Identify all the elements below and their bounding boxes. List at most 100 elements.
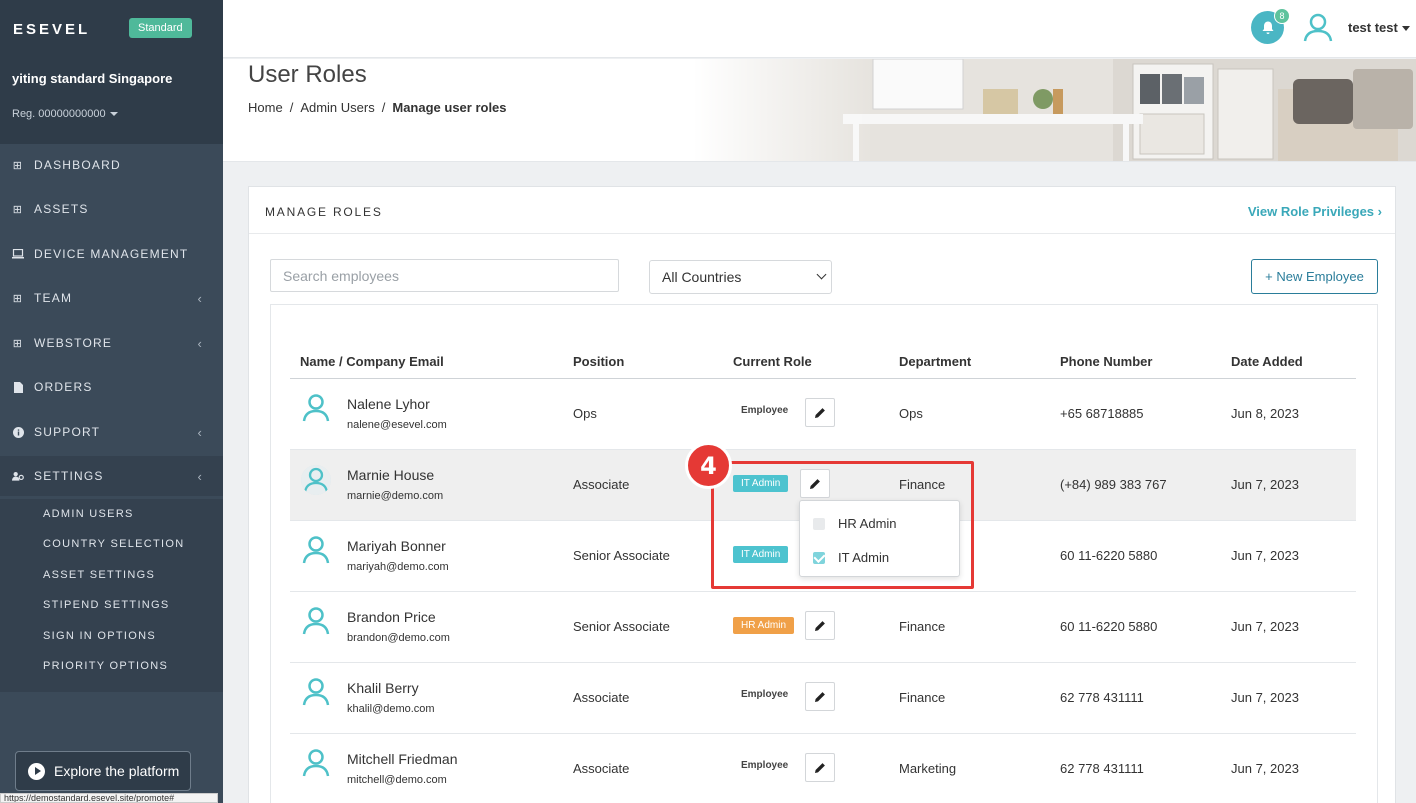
table-row[interactable]: Khalil Berry khalil@demo.com Associate E… [290, 663, 1356, 734]
employee-email: brandon@demo.com [347, 632, 450, 644]
nav-label: WEBSTORE [34, 336, 113, 350]
employee-phone: 62 778 431111 [1060, 690, 1144, 705]
employee-email: marnie@demo.com [347, 490, 444, 502]
user-photo-avatar [301, 465, 331, 495]
page-title: User Roles [248, 61, 367, 88]
topbar [223, 0, 1416, 58]
edit-role-button[interactable] [805, 682, 835, 711]
submenu-priority-options[interactable]: PRIORITY OPTIONS [43, 660, 168, 672]
plan-badge: Standard [129, 18, 192, 38]
play-icon [28, 762, 45, 780]
nav-orders[interactable]: ORDERS [0, 367, 223, 407]
user-menu[interactable]: test test [1348, 20, 1410, 35]
explore-platform-button[interactable]: Explore the platform [15, 751, 191, 791]
employee-email: mariyah@demo.com [347, 561, 449, 573]
username-label: test test [1348, 20, 1398, 35]
employee-date-added: Jun 7, 2023 [1231, 690, 1299, 705]
submenu-country-selection[interactable]: COUNTRY SELECTION [43, 538, 185, 550]
card-divider [249, 233, 1395, 234]
chevron-left-icon: ‹ [197, 290, 203, 306]
employee-name: Khalil Berry [347, 680, 419, 696]
employee-position: Senior Associate [573, 619, 670, 634]
employee-name: Brandon Price [347, 609, 436, 625]
employee-name: Nalene Lyhor [347, 396, 430, 412]
table-row[interactable]: Brandon Price brandon@demo.com Senior As… [290, 592, 1356, 663]
column-header-department: Department [899, 354, 972, 369]
nav-device-management[interactable]: DEVICE MANAGEMENT [0, 234, 223, 274]
search-employees-input[interactable] [270, 259, 619, 292]
org-reg-selector[interactable]: Reg. 00000000000 [12, 108, 118, 120]
employee-phone: 60 11-6220 5880 [1060, 548, 1158, 563]
org-reg: Reg. 00000000000 [12, 108, 106, 120]
nav-dashboard[interactable]: ⊞ DASHBOARD [0, 145, 223, 185]
submenu-admin-users[interactable]: ADMIN USERS [43, 508, 134, 520]
employee-date-added: Jun 7, 2023 [1231, 548, 1299, 563]
user-avatar-icon [302, 749, 330, 777]
breadcrumb-admin-users[interactable]: Admin Users [300, 100, 374, 115]
grid-icon: ⊞ [12, 337, 24, 350]
nav-label: SUPPORT [34, 425, 101, 439]
role-badge-hr-admin: HR Admin [733, 617, 795, 634]
employee-position: Associate [573, 477, 630, 492]
current-role: Employee [741, 689, 789, 700]
user-avatar-icon[interactable] [1303, 12, 1333, 42]
org-name[interactable]: yiting standard Singapore [12, 70, 192, 88]
country-filter-value: All Countries [662, 269, 742, 285]
caret-down-icon [109, 112, 118, 117]
nav-label: DEVICE MANAGEMENT [34, 247, 189, 261]
breadcrumb-current: Manage user roles [392, 100, 507, 115]
employee-position: Associate [573, 761, 630, 776]
table-row[interactable]: Nalene Lyhor nalene@esevel.com Ops Emplo… [290, 379, 1356, 450]
edit-role-button[interactable] [805, 611, 835, 640]
employee-department: Ops [899, 406, 923, 421]
info-icon [12, 426, 24, 438]
employee-date-added: Jun 7, 2023 [1231, 619, 1299, 634]
pencil-icon [815, 407, 825, 418]
nav-label: SETTINGS [34, 469, 104, 483]
employee-position: Senior Associate [573, 548, 670, 563]
employee-name: Mitchell Friedman [347, 751, 458, 767]
view-role-privileges-link[interactable]: View Role Privileges › [1248, 204, 1382, 219]
settings-submenu: ADMIN USERS COUNTRY SELECTION ASSET SETT… [0, 499, 223, 692]
submenu-sign-in-options[interactable]: SIGN IN OPTIONS [43, 630, 156, 642]
nav-team[interactable]: ⊞ TEAM ‹ [0, 278, 223, 318]
user-avatar-icon [302, 394, 330, 422]
tutorial-step-badge: 4 [685, 442, 732, 489]
notification-count-badge: 8 [1274, 8, 1290, 24]
employee-department: Finance [899, 690, 946, 705]
current-role: Employee [741, 405, 789, 416]
grid-icon: ⊞ [12, 159, 24, 172]
breadcrumb: Home / Admin Users / Manage user roles [248, 100, 507, 115]
user-avatar-icon [302, 536, 330, 564]
breadcrumb-home[interactable]: Home [248, 100, 283, 115]
employee-email: nalene@esevel.com [347, 419, 447, 431]
edit-role-button[interactable] [805, 753, 835, 782]
country-filter-select[interactable]: All Countries [649, 260, 832, 294]
sidebar: ESEVEL Standard yiting standard Singapor… [0, 0, 223, 803]
employee-email: khalil@demo.com [347, 703, 435, 715]
file-icon [12, 381, 24, 393]
nav-label: ORDERS [34, 380, 93, 394]
page-header: User Roles Home / Admin Users / Manage user … [223, 59, 1416, 162]
new-employee-button[interactable]: + New Employee [1251, 259, 1378, 294]
submenu-stipend-settings[interactable]: STIPEND SETTINGS [43, 599, 170, 611]
users-gear-icon [12, 470, 24, 482]
column-header-position: Position [573, 354, 625, 369]
nav-webstore[interactable]: ⊞ WEBSTORE ‹ [0, 323, 223, 363]
column-header-current-role: Current Role [733, 354, 812, 369]
submenu-asset-settings[interactable]: ASSET SETTINGS [43, 569, 155, 581]
edit-role-button[interactable] [805, 398, 835, 427]
nav-settings[interactable]: SETTINGS ‹ [0, 456, 223, 496]
current-role: Employee [741, 760, 789, 771]
table-row[interactable]: Mitchell Friedman mitchell@demo.com Asso… [290, 734, 1356, 803]
user-avatar-icon [302, 678, 330, 706]
tutorial-highlight-box [711, 461, 974, 589]
employee-department: Finance [899, 619, 946, 634]
brand-logo[interactable]: ESEVEL [13, 21, 90, 38]
employee-phone: +65 68718885 [1060, 406, 1144, 421]
grid-icon: ⊞ [12, 203, 24, 216]
nav-support[interactable]: SUPPORT ‹ [0, 412, 223, 452]
sidebar-header: ESEVEL Standard yiting standard Singapor… [0, 0, 223, 144]
column-header-name: Name / Company Email [300, 354, 444, 369]
nav-assets[interactable]: ⊞ ASSETS [0, 189, 223, 229]
